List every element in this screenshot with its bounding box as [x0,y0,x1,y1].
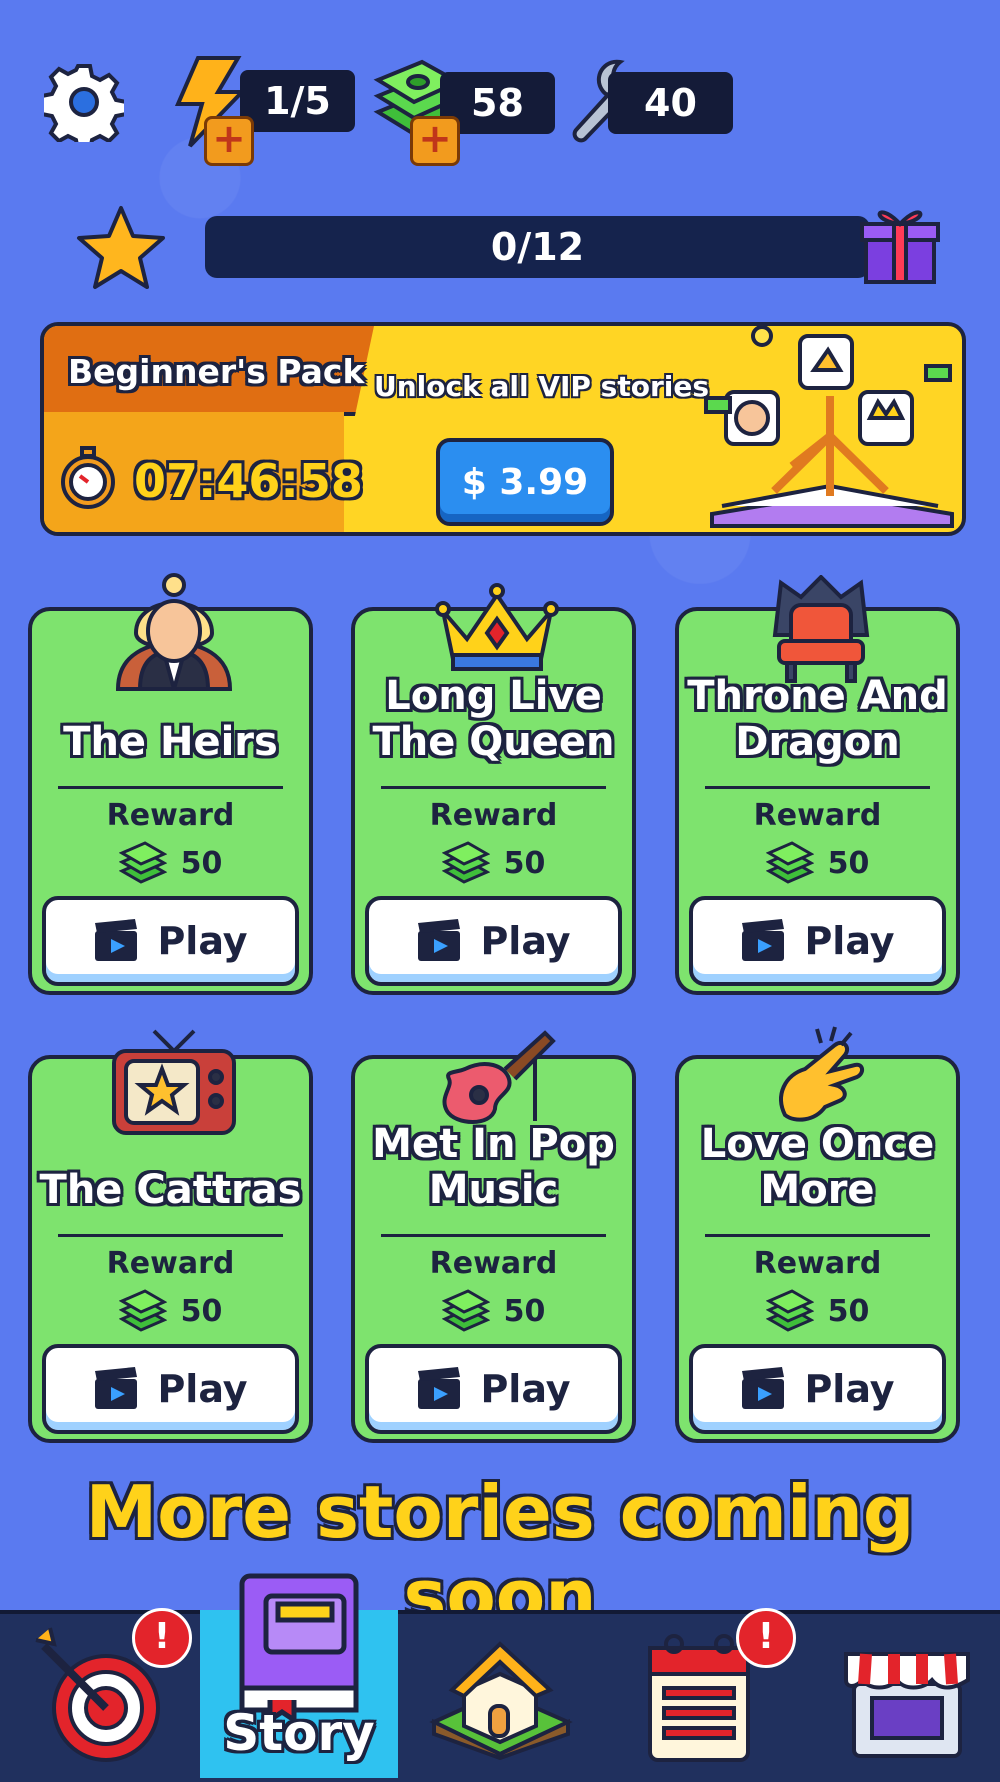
story-title: Love Once More [700,1121,935,1213]
add-cash-button[interactable]: + [410,116,460,166]
buy-pack-button[interactable]: $ 3.99 [436,438,614,526]
throne-icon [761,574,881,683]
reward-amount: 50 [827,845,870,881]
nav-story-book-icon[interactable] [230,1570,370,1725]
reward-label: Reward [753,798,882,833]
play-button[interactable]: Play [365,896,622,986]
reward-value: 50 [355,841,632,885]
reward-value: 50 [355,1289,632,1333]
cash-icon [118,841,167,884]
play-label: Play [804,919,895,963]
cash-icon [765,841,814,884]
play-label: Play [157,1367,248,1411]
reward-label: Reward [429,798,558,833]
play-button[interactable]: Play [365,1344,622,1434]
card-divider [705,786,930,789]
reward-value: 50 [32,1289,309,1333]
star-progress-bar: 0/12 [205,216,870,278]
reward-value: 50 [32,841,309,885]
story-tree-illustration [702,326,958,528]
snapping-hand-icon [765,1025,877,1125]
reward-label: Reward [429,1246,558,1281]
energy-counter: 1/5 [240,70,355,132]
cash-icon [441,1289,490,1332]
stopwatch-icon [58,446,118,510]
card-divider [381,786,606,789]
nav-target-notification-badge: ! [132,1608,192,1668]
story-title: Long Live The Queen [372,673,615,765]
cash-icon [118,1289,167,1332]
clapperboard-icon [95,919,138,961]
nav-calendar-notification-badge: ! [736,1608,796,1668]
unlock-vip-text: Unlock all VIP stories [374,370,710,403]
story-title: Met In Pop Music [372,1121,615,1213]
story-title: The Cattras [39,1167,302,1213]
card-divider [58,786,283,789]
nav-house-icon[interactable] [428,1630,574,1761]
clapperboard-icon [418,1367,461,1409]
story-card-long-live-the-queen[interactable]: Long Live The Queen Reward 50 Play [351,583,636,995]
story-card-the-heirs[interactable]: The Heirs Reward 50 Play [28,573,313,995]
nav-story-label[interactable]: Story [200,1704,398,1762]
tools-counter: 40 [608,72,733,134]
reward-label: Reward [753,1246,882,1281]
reward-amount: 50 [503,845,546,881]
reward-value: 50 [679,1289,956,1333]
countdown-timer: 07:46:58 [134,454,363,508]
reward-value: 50 [679,841,956,885]
reward-label: Reward [106,1246,235,1281]
cash-icon [765,1289,814,1332]
crown-icon [435,581,559,677]
guitar-icon [435,1029,559,1129]
play-label: Play [804,1367,895,1411]
reward-label: Reward [106,798,235,833]
play-button[interactable]: Play [689,896,946,986]
reward-amount: 50 [180,845,223,881]
story-card-love-once-more[interactable]: Love Once More Reward 50 Play [675,1026,960,1443]
clapperboard-icon [742,1367,785,1409]
clapperboard-icon [418,919,461,961]
card-divider [705,1234,930,1237]
tv-icon [110,1025,238,1137]
add-energy-button[interactable]: + [204,116,254,166]
play-button[interactable]: Play [42,1344,299,1434]
play-label: Play [480,1367,571,1411]
clapperboard-icon [95,1367,138,1409]
clapperboard-icon [742,919,785,961]
beginners-pack-title: Beginner's Pack [68,352,365,391]
story-card-met-in-pop-music[interactable]: Met In Pop Music Reward 50 Play [351,1030,636,1443]
card-divider [381,1234,606,1237]
reward-amount: 50 [180,1293,223,1329]
story-card-throne-and-dragon[interactable]: Throne And Dragon Reward 50 Play [675,574,960,995]
play-button[interactable]: Play [42,896,299,986]
star-progress-text: 0/12 [490,225,585,269]
cash-icon [441,841,490,884]
reward-amount: 50 [503,1293,546,1329]
story-title: Throne And Dragon [687,673,948,765]
play-label: Play [480,919,571,963]
pack-price: $ 3.99 [461,461,589,503]
reward-amount: 50 [827,1293,870,1329]
nav-shop-icon[interactable] [842,1634,972,1760]
beginners-pack-banner[interactable]: Beginner's Pack 07:46:58 Unlock all VIP … [40,322,966,536]
settings-gear-icon[interactable] [40,62,128,152]
card-divider [58,1234,283,1237]
play-label: Play [157,919,248,963]
gift-box-icon[interactable] [858,200,942,286]
star-icon [76,204,166,290]
story-card-the-cattras[interactable]: The Cattras Reward 50 Play [28,1029,313,1443]
story-title: The Heirs [63,719,278,765]
heirs-character-icon [110,573,238,697]
play-button[interactable]: Play [689,1344,946,1434]
